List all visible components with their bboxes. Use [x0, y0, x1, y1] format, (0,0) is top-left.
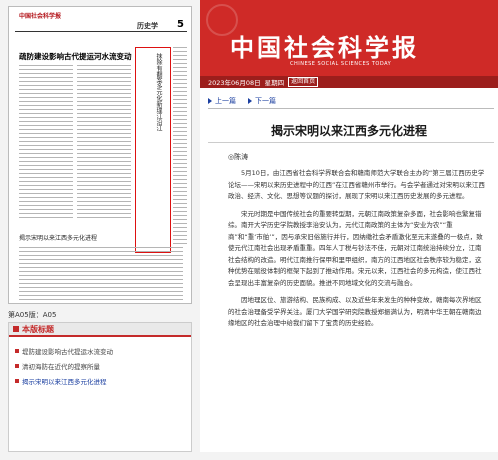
left-panel: 中国社会科学报 历史学 5 疏防建设影响古代提运河水流变动 抹除有翻案多元化新理…	[0, 0, 198, 460]
next-article-link[interactable]: 下一篇	[248, 96, 276, 106]
bullet-icon	[15, 348, 19, 353]
bullet-icon	[15, 378, 19, 383]
bullet-icon	[15, 363, 19, 368]
thumbnail-rule	[15, 31, 187, 32]
headline-item-selected[interactable]: 揭示宋明以来江西多元化进程	[15, 373, 185, 388]
issue-weekday: 星期四	[264, 79, 285, 87]
article-paragraph: 因地理区位、旅游结构、民族构成、以及近些年来发生的种种变故，赣南每次界地区的社会…	[228, 296, 482, 327]
panel-title: 本版标题	[22, 324, 54, 334]
thumbnail-text-block	[19, 247, 183, 303]
thumbnail-second-headline[interactable]: 揭示宋明以来江西多元化进程	[19, 233, 97, 242]
headline-link[interactable]: 揭示宋明以来江西多元化进程	[22, 376, 107, 386]
back-home-button[interactable]: 返回首页	[288, 77, 319, 87]
thumbnail-text-block	[77, 65, 131, 221]
date-bar: 2023年06月08日 星期四 返回首页	[200, 76, 498, 88]
headline-link[interactable]: 堤防建设影响古代提运水流变动	[22, 346, 113, 356]
headline-list: 堤防建设影响古代提运水流变动 清初海防在近代的提察所量 揭示宋明以来江西多元化进…	[9, 337, 191, 394]
issue-date: 2023年06月08日	[208, 79, 261, 87]
thumbnail-vertical-title: 抹除有翻案多元化新理江沿江	[155, 53, 162, 131]
divider	[208, 108, 494, 109]
headline-link[interactable]: 清初海防在近代的提察所量	[22, 361, 100, 371]
thumbnail-page-number: 5	[177, 19, 184, 30]
masthead-banner: 中国社会科学报 CHINESE SOCIAL SCIENCES TODAY	[200, 0, 498, 76]
panel-header: 本版标题	[9, 323, 191, 337]
thumbnail-masthead: 中国社会科学报	[19, 13, 62, 20]
page-thumbnail[interactable]: 中国社会科学报 历史学 5 疏防建设影响古代提运河水流变动 抹除有翻案多元化新理…	[8, 6, 192, 304]
masthead-english: CHINESE SOCIAL SCIENCES TODAY	[290, 61, 392, 67]
thumbnail-headline[interactable]: 疏防建设影响古代提运河水流变动	[19, 51, 132, 62]
status-bar	[0, 452, 498, 460]
thumbnail-text-block	[173, 47, 187, 247]
headline-panel: 本版标题 堤防建设影响古代提运水流变动 清初海防在近代的提察所量 揭示宋明以来江…	[8, 322, 192, 452]
arrow-right-icon	[208, 98, 212, 104]
masthead-logo: 中国社会科学报	[230, 33, 419, 62]
square-bullet-icon	[13, 326, 19, 332]
prev-article-link[interactable]: 上一篇	[208, 96, 236, 106]
divider	[208, 142, 494, 143]
headline-item[interactable]: 清初海防在近代的提察所量	[15, 358, 185, 373]
article-author: ◎陈涛	[228, 153, 249, 161]
arrow-right-icon	[248, 98, 252, 104]
edition-label: 第A05版：A05	[8, 311, 57, 319]
article-body: 5月10日，由江西省社会科学界联合会和赣南师范大学联合主办的“第三届江西历史学论…	[228, 168, 486, 336]
thumbnail-section: 历史学	[137, 22, 158, 30]
article-nav: 上一篇 下一篇	[208, 96, 276, 106]
article-paragraph: 5月10日，由江西省社会科学界联合会和赣南师范大学联合主办的“第三届江西历史学论…	[228, 169, 485, 200]
thumbnail-text-block	[19, 65, 73, 221]
headline-item[interactable]: 堤防建设影响古代提运水流变动	[15, 343, 185, 358]
article-title: 揭示宋明以来江西多元化进程	[270, 124, 427, 138]
article-paragraph: 宋元时期是中国传统社会的重要转型期，元朝江南政策复杂多面，社会影响也繁复错综。南…	[228, 209, 483, 287]
article-pane: 中国社会科学报 CHINESE SOCIAL SCIENCES TODAY 20…	[200, 0, 498, 460]
